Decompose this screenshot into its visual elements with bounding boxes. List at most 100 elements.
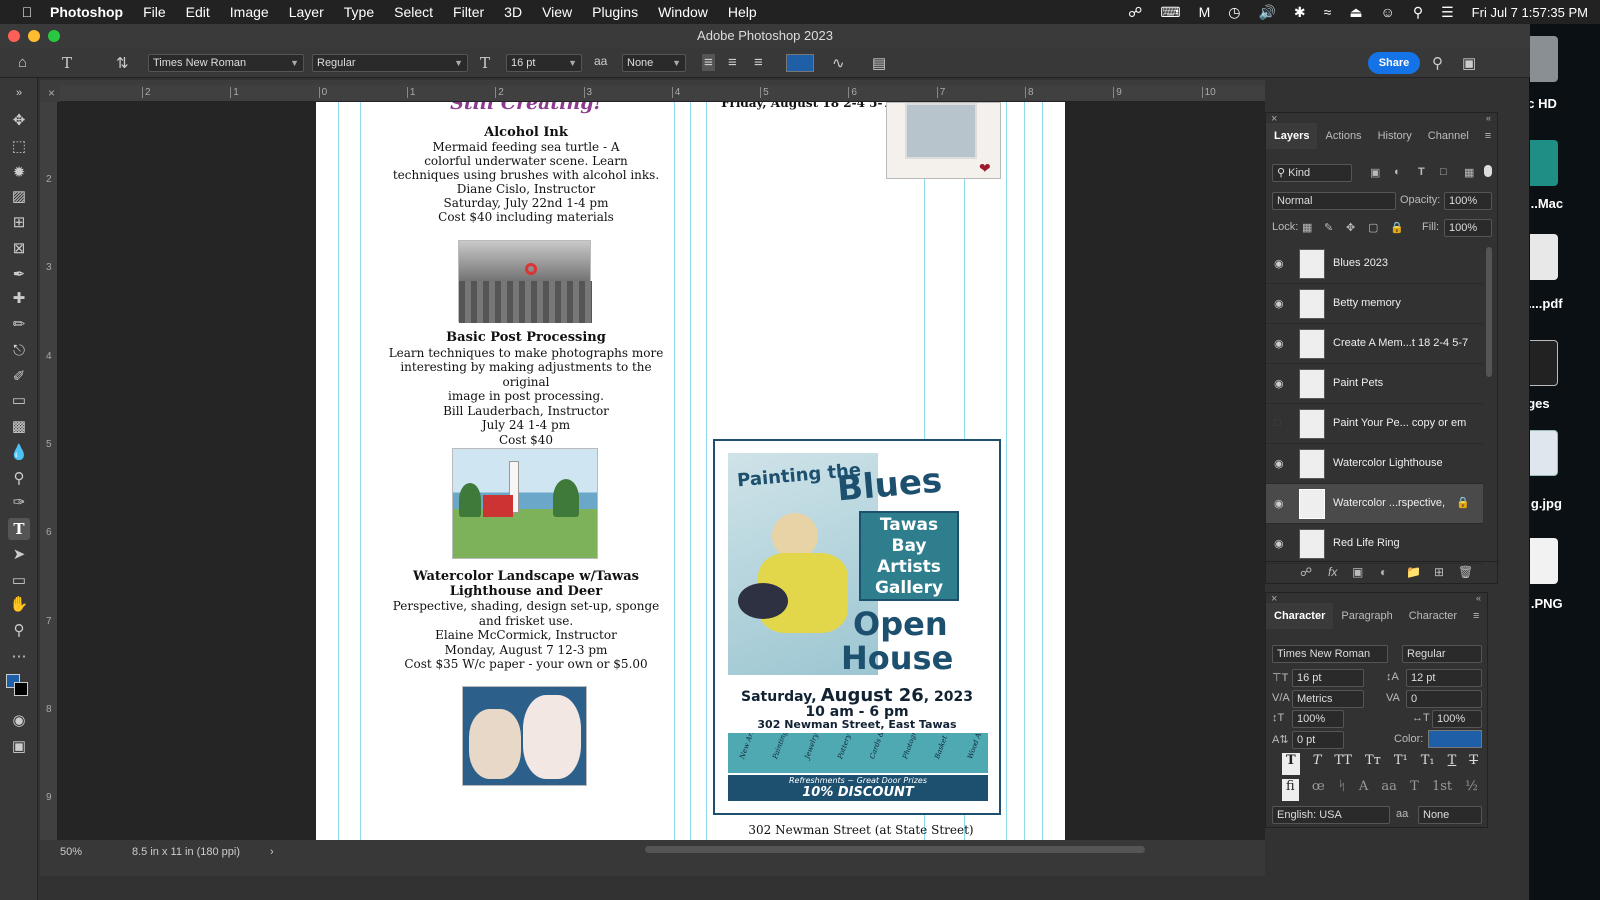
path-selection-tool-icon[interactable]: ➤ [8, 544, 30, 566]
clone-stamp-tool-icon[interactable]: ⎋ [8, 340, 30, 362]
language-select[interactable]: English: USA [1272, 806, 1390, 824]
pen-tool-icon[interactable]: ✑ [8, 492, 30, 514]
visibility-eye-icon[interactable]: ◉ [1274, 337, 1284, 350]
share-button[interactable]: Share [1368, 52, 1420, 74]
tab-channels[interactable]: Channel [1420, 123, 1477, 149]
add-mask-icon[interactable]: ▣ [1352, 565, 1363, 579]
menu-3d[interactable]: 3D [504, 4, 522, 20]
char-vscale-field[interactable]: 100% [1292, 710, 1344, 728]
healing-brush-tool-icon[interactable]: ✚ [8, 288, 30, 310]
move-tool-icon[interactable]: ✥ [8, 110, 30, 132]
adjustment-layer-icon[interactable]: ◐ [1380, 565, 1387, 579]
gradient-tool-icon[interactable]: ▩ [8, 416, 30, 438]
time-machine-icon[interactable]: ◷ [1228, 4, 1240, 21]
screen-mode-icon[interactable]: ▣ [8, 736, 30, 758]
align-center-icon[interactable]: ≡ [728, 54, 737, 71]
document-page[interactable]: Still Creating! Friday, August 18 2-4 5-… [316, 102, 1065, 840]
layer-row[interactable]: ◉ Paint Pets [1266, 364, 1483, 404]
tab-layers[interactable]: Layers [1266, 123, 1318, 149]
visibility-eye-icon[interactable]: ◉ [1274, 497, 1284, 510]
blend-mode-select[interactable]: Normal [1272, 192, 1396, 210]
subscript-icon[interactable]: T₁ [1421, 753, 1435, 775]
collapse-panel-icon[interactable]: « [1486, 113, 1491, 123]
small-caps-icon[interactable]: Tт [1365, 753, 1381, 775]
lock-artboard-icon[interactable]: ▢ [1368, 221, 1378, 234]
volume-icon[interactable]: 🔊 [1258, 4, 1275, 21]
layers-scrollbar[interactable] [1486, 247, 1492, 377]
close-window-icon[interactable] [8, 30, 20, 42]
history-brush-tool-icon[interactable]: ✐ [8, 366, 30, 388]
ordinals-icon[interactable]: 1st [1432, 779, 1452, 801]
collapse-panel-icon[interactable]: » [8, 82, 30, 104]
tab-history[interactable]: History [1370, 123, 1420, 149]
menu-app-name[interactable]: Photoshop [50, 4, 123, 20]
filter-type-icon[interactable]: T [1418, 166, 1425, 178]
fractions-icon[interactable]: ½ [1465, 779, 1478, 801]
menu-image[interactable]: Image [230, 4, 269, 20]
toggle-orientation-icon[interactable]: ⇅ [116, 54, 129, 72]
search-icon[interactable]: ⚲ [1432, 54, 1443, 72]
menu-type[interactable]: Type [344, 4, 374, 20]
filter-adjustment-icon[interactable]: ◐ [1394, 166, 1401, 178]
rectangle-tool-icon[interactable]: ▭ [8, 570, 30, 592]
crop-tool-icon[interactable]: ⊞ [8, 212, 30, 234]
tab-character-2[interactable]: Character [1401, 603, 1465, 629]
layer-row-selected[interactable]: ◉ Watercolor ...rspective, 🔒 [1266, 484, 1483, 524]
zoom-window-icon[interactable] [48, 30, 60, 42]
filter-smart-object-icon[interactable]: ▦ [1464, 166, 1474, 179]
delete-layer-icon[interactable]: 🗑 [1458, 565, 1473, 579]
char-font-family-select[interactable]: Times New Roman [1272, 645, 1388, 663]
visibility-eye-icon[interactable]: ◉ [1274, 537, 1284, 550]
text-color-swatch[interactable] [786, 54, 814, 72]
menu-filter[interactable]: Filter [453, 4, 484, 20]
visibility-eye-icon[interactable]: ◉ [1274, 377, 1284, 390]
char-font-style-select[interactable]: Regular [1402, 645, 1482, 663]
superscript-icon[interactable]: T¹ [1394, 753, 1408, 775]
layer-filter-kind-select[interactable]: ⚲ Kind [1272, 164, 1352, 182]
background-color-swatch[interactable] [14, 682, 28, 696]
char-hscale-field[interactable]: 100% [1432, 710, 1482, 728]
char-leading-field[interactable]: 12 pt [1406, 669, 1482, 687]
menu-file[interactable]: File [143, 4, 166, 20]
align-right-icon[interactable]: ≡ [754, 54, 763, 71]
workspace-icon[interactable]: ▣ [1462, 54, 1476, 72]
font-size-select[interactable]: 16 pt ▼ [506, 54, 582, 72]
quick-mask-icon[interactable]: ◉ [8, 710, 30, 732]
faux-bold-icon[interactable]: T [1282, 753, 1300, 775]
visibility-eye-icon[interactable]: ◉ [1274, 257, 1284, 270]
spotlight-search-icon[interactable]: ⚲ [1413, 4, 1423, 21]
malwarebytes-icon[interactable]: M [1199, 4, 1211, 20]
character-panel-toggle-icon[interactable]: ▤ [872, 54, 886, 72]
faux-italic-icon[interactable]: T [1313, 753, 1322, 775]
fill-field[interactable]: 100% [1444, 219, 1492, 237]
warp-text-icon[interactable]: ∿ [832, 54, 845, 72]
blur-tool-icon[interactable]: 💧 [8, 442, 30, 464]
opacity-field[interactable]: 100% [1444, 192, 1492, 210]
strikethrough-icon[interactable]: T [1469, 753, 1478, 775]
bluetooth-icon[interactable]: ✱ [1294, 4, 1306, 21]
hand-tool-icon[interactable]: ✋ [8, 594, 30, 616]
titling-alternate-icon[interactable]: aa [1381, 779, 1397, 801]
layer-row[interactable]: ◉ Red Life Ring [1266, 524, 1483, 564]
filter-toggle-switch[interactable] [1484, 165, 1492, 177]
apple-icon[interactable]:  [18, 4, 36, 20]
menu-layer[interactable]: Layer [289, 4, 324, 20]
type-tool-icon[interactable]: T [8, 518, 30, 540]
font-family-select[interactable]: Times New Roman ▼ [148, 54, 304, 72]
lock-image-icon[interactable]: ✎ [1324, 221, 1333, 234]
frame-tool-icon[interactable]: ⊠ [8, 238, 30, 260]
link-layers-icon[interactable]: ☍ [1300, 565, 1312, 579]
char-baseline-field[interactable]: 0 pt [1292, 731, 1344, 749]
lasso-tool-icon[interactable]: ✹ [8, 162, 30, 184]
all-caps-icon[interactable]: TT [1334, 753, 1352, 775]
menu-edit[interactable]: Edit [186, 4, 210, 20]
panel-menu-icon[interactable]: ≡ [1465, 603, 1487, 629]
font-style-select[interactable]: Regular ▼ [312, 54, 468, 72]
zoom-level[interactable]: 50% [60, 846, 82, 858]
char-tracking-field[interactable]: 0 [1406, 690, 1482, 708]
align-left-icon[interactable]: ≡ [702, 54, 715, 71]
filter-shape-icon[interactable]: □ [1440, 166, 1447, 178]
lock-all-icon[interactable]: 🔒 [1390, 221, 1404, 234]
zoom-tool-icon[interactable]: ⚲ [8, 620, 30, 642]
user-icon[interactable]: ☺ [1381, 4, 1395, 20]
